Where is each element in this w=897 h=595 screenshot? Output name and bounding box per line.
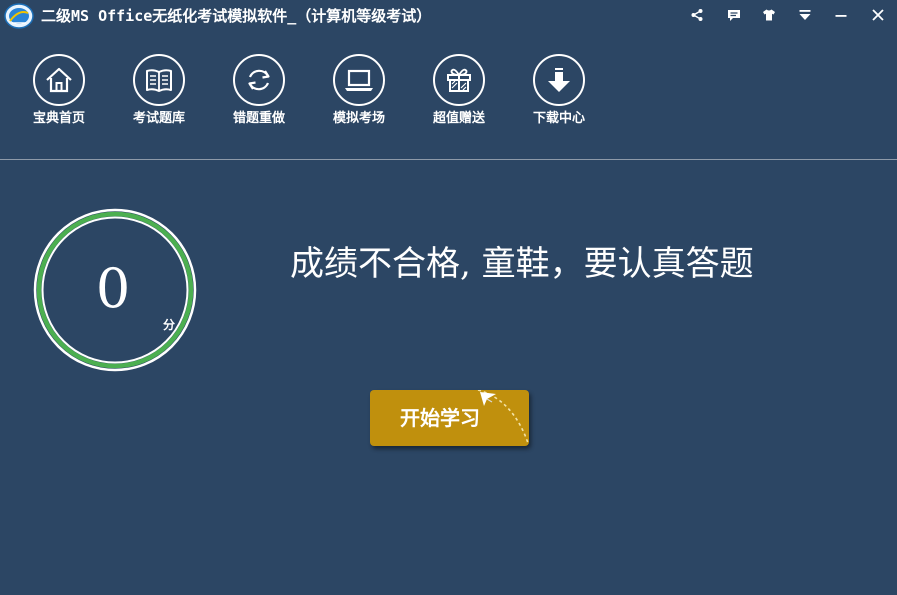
result-message: 成绩不合格, 童鞋，要认真答题 [290, 244, 754, 284]
share-icon [691, 9, 703, 21]
close-button[interactable] [867, 4, 889, 26]
nav-label: 宝典首页 [32, 111, 85, 126]
nav-icon-circle [433, 54, 485, 106]
share-button[interactable] [686, 4, 708, 26]
start-learning-label: 开始学习 [400, 406, 480, 430]
nav-item-question-bank[interactable]: 考试题库 [120, 52, 200, 130]
home-icon [46, 67, 72, 93]
download-icon [548, 68, 570, 92]
nav-item-home[interactable]: 宝典首页 [20, 52, 100, 130]
nav-label: 下载中心 [532, 111, 585, 126]
nav-item-redo-mistakes[interactable]: 错题重做 [220, 52, 300, 130]
message-button[interactable] [723, 4, 745, 26]
nav-label: 考试题库 [132, 111, 185, 126]
nav-icon-circle [233, 54, 285, 106]
nav-icon-circle [133, 54, 185, 106]
gift-icon [447, 68, 471, 92]
nav-item-bonus-gifts[interactable]: 超值赠送 [420, 52, 500, 130]
score-value: 0 [95, 257, 131, 320]
nav-label: 超值赠送 [432, 111, 485, 126]
title-bar: 二级MS Office无纸化考试模拟软件_（计算机等级考试） [0, 0, 897, 32]
nav-icon-circle [533, 54, 585, 106]
nav-icon-circle [333, 54, 385, 106]
score-unit: 分 [163, 318, 176, 332]
nav-label: 错题重做 [232, 111, 285, 126]
window-title: 二级MS Office无纸化考试模拟软件_（计算机等级考试） [41, 7, 432, 25]
message-icon [728, 10, 740, 21]
header-divider [0, 159, 897, 160]
main-nav: 宝典首页 考试题库 错题重做 模拟考场 超值赠送 下载中心 [0, 52, 897, 132]
menu-dropdown-button[interactable] [794, 4, 816, 26]
nav-label: 模拟考场 [332, 111, 385, 126]
refresh-icon [248, 69, 270, 91]
nav-icon-circle [33, 54, 85, 106]
minimize-icon [835, 15, 847, 17]
nav-item-download-center[interactable]: 下载中心 [520, 52, 600, 130]
skin-icon [763, 9, 775, 21]
minimize-button[interactable] [830, 4, 852, 26]
laptop-icon [345, 69, 373, 91]
book-icon [146, 69, 172, 92]
skin-button[interactable] [758, 4, 780, 26]
start-learning-button[interactable]: 开始学习 [370, 390, 529, 446]
app-logo [4, 3, 34, 29]
nav-item-mock-exam[interactable]: 模拟考场 [320, 52, 400, 130]
close-icon [872, 9, 884, 21]
paper-plane-icon [477, 390, 529, 446]
menu-dropdown-icon [799, 10, 811, 20]
